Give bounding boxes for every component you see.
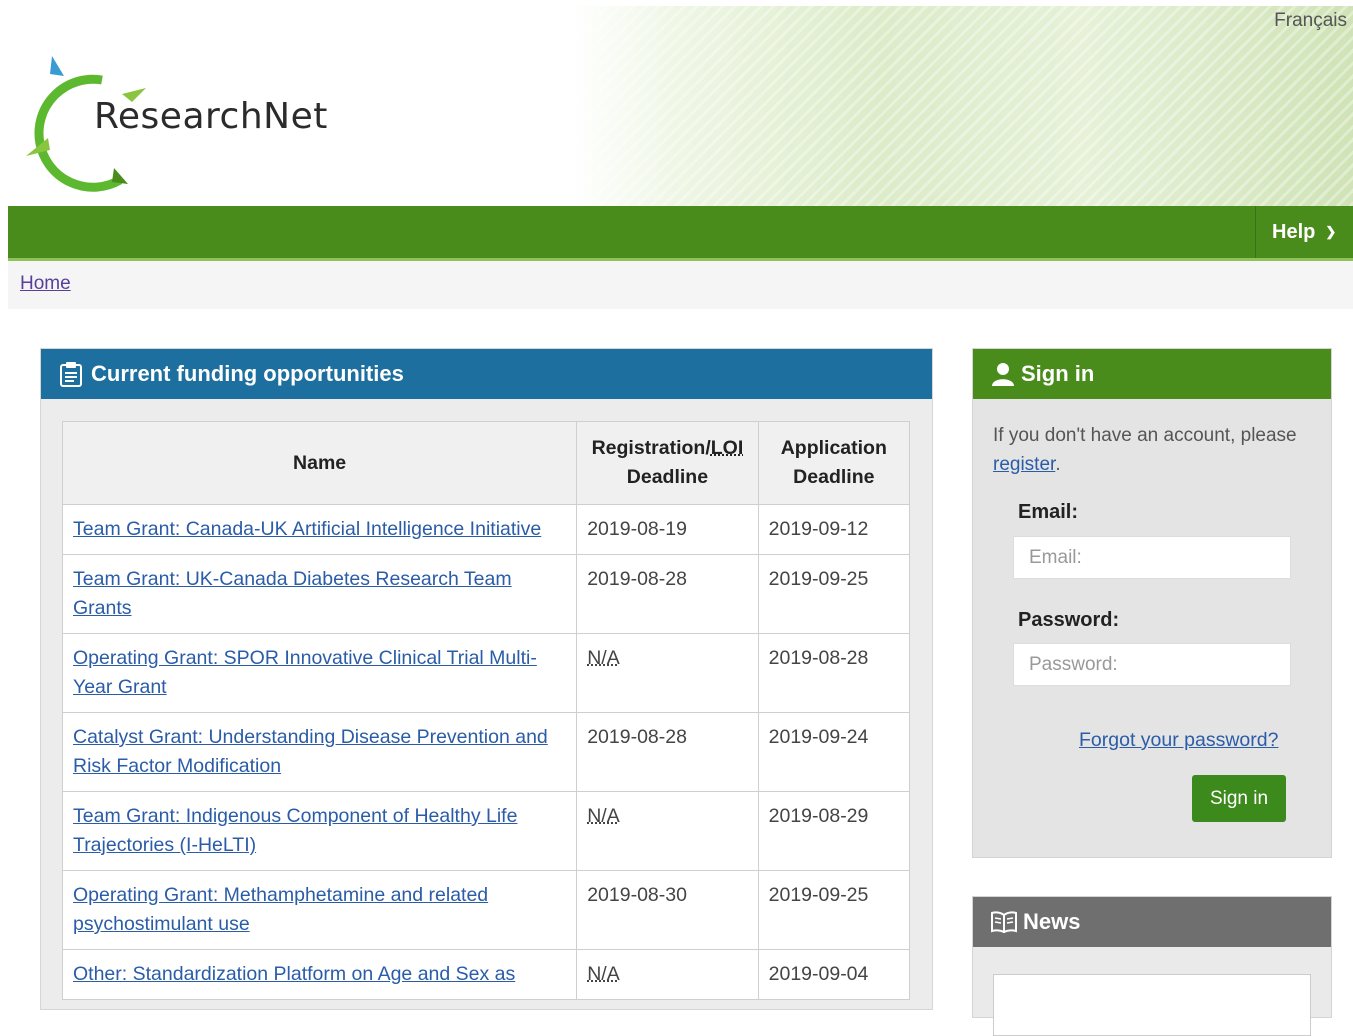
signin-panel-title: Sign in [1021, 361, 1094, 387]
email-field[interactable] [1013, 536, 1291, 579]
breadcrumb: Home [8, 261, 1353, 309]
registration-deadline: N/A [587, 805, 620, 827]
application-deadline: 2019-09-24 [758, 713, 909, 792]
table-row: Team Grant: Indigenous Component of Heal… [63, 792, 910, 871]
registration-deadline: 2019-08-30 [577, 871, 758, 950]
table-header-row: Name Registration/LOI Deadline Applicati… [63, 422, 910, 505]
clipboard-icon [59, 361, 83, 387]
opportunity-link[interactable]: Team Grant: Indigenous Component of Heal… [73, 805, 517, 856]
site-header: Français ResearchNet [8, 6, 1353, 206]
column-header-registration[interactable]: Registration/LOI Deadline [577, 422, 758, 505]
email-label: Email: [1018, 501, 1078, 524]
application-deadline: 2019-09-25 [758, 555, 909, 634]
book-icon [991, 911, 1017, 933]
application-deadline: 2019-09-25 [758, 871, 909, 950]
signin-panel: Sign in If you don't have an account, pl… [972, 348, 1332, 858]
password-label: Password: [1018, 609, 1119, 632]
signin-intro-end: . [1055, 454, 1060, 475]
news-panel: News [972, 896, 1332, 1018]
breadcrumb-home-link[interactable]: Home [20, 273, 71, 295]
opportunity-link[interactable]: Team Grant: Canada-UK Artificial Intelli… [73, 518, 541, 540]
col-reg-text-a: Registration/ [592, 437, 711, 459]
application-deadline: 2019-09-04 [758, 950, 909, 1000]
opportunity-link[interactable]: Catalyst Grant: Understanding Disease Pr… [73, 726, 548, 777]
logo-text-net: Net [263, 96, 328, 137]
news-item-box [993, 974, 1311, 1036]
registration-deadline: 2019-08-28 [577, 555, 758, 634]
news-panel-header: News [973, 897, 1331, 947]
registration-deadline: 2019-08-19 [577, 505, 758, 555]
signin-intro-text: If you don't have an account, please [993, 425, 1297, 446]
funding-table: Name Registration/LOI Deadline Applicati… [62, 421, 910, 1000]
table-row: Team Grant: Canada-UK Artificial Intelli… [63, 505, 910, 555]
logo-text-research: Research [94, 96, 263, 137]
col-app-text-a: Application [781, 437, 887, 459]
application-deadline: 2019-09-12 [758, 505, 909, 555]
news-panel-title: News [1023, 909, 1080, 935]
funding-opportunities-panel: Current funding opportunities Name Regis… [40, 348, 933, 1010]
registration-deadline: N/A [587, 647, 620, 669]
registration-deadline: N/A [587, 963, 620, 985]
table-row: Operating Grant: SPOR Innovative Clinica… [63, 634, 910, 713]
col-app-text-b: Deadline [793, 466, 874, 488]
register-link[interactable]: register [993, 454, 1055, 475]
main-navbar: Help ❯ [8, 206, 1353, 261]
language-toggle-link[interactable]: Français [1274, 10, 1347, 32]
col-reg-text-b: Deadline [627, 466, 708, 488]
forgot-password-link[interactable]: Forgot your password? [1079, 729, 1278, 752]
opportunity-link[interactable]: Other: Standardization Platform on Age a… [73, 963, 515, 985]
table-row: Catalyst Grant: Understanding Disease Pr… [63, 713, 910, 792]
application-deadline: 2019-08-28 [758, 634, 909, 713]
user-icon [991, 362, 1015, 386]
table-row: Team Grant: UK-Canada Diabetes Research … [63, 555, 910, 634]
signin-button[interactable]: Sign in [1192, 775, 1286, 822]
signin-panel-header: Sign in [973, 349, 1331, 399]
header-banner-texture [568, 6, 1353, 206]
password-field[interactable] [1013, 643, 1291, 686]
opportunity-link[interactable]: Operating Grant: SPOR Innovative Clinica… [73, 647, 537, 698]
column-header-application[interactable]: Application Deadline [758, 422, 909, 505]
logo-wordmark: ResearchNet [94, 96, 328, 137]
funding-panel-title: Current funding opportunities [91, 361, 404, 387]
registration-deadline: 2019-08-28 [577, 713, 758, 792]
opportunity-link[interactable]: Operating Grant: Methamphetamine and rel… [73, 884, 488, 935]
signin-intro: If you don't have an account, please reg… [993, 421, 1313, 479]
opportunity-link[interactable]: Team Grant: UK-Canada Diabetes Research … [73, 568, 512, 619]
table-row: Operating Grant: Methamphetamine and rel… [63, 871, 910, 950]
application-deadline: 2019-08-29 [758, 792, 909, 871]
help-menu-button[interactable]: Help ❯ [1255, 206, 1353, 258]
researchnet-logo[interactable]: ResearchNet [24, 52, 314, 192]
column-header-name[interactable]: Name [63, 422, 577, 505]
loi-abbreviation: LOI [711, 437, 744, 459]
table-row: Other: Standardization Platform on Age a… [63, 950, 910, 1000]
chevron-down-icon: ❯ [1325, 224, 1336, 240]
help-label: Help [1272, 221, 1315, 244]
funding-panel-header: Current funding opportunities [41, 349, 932, 399]
